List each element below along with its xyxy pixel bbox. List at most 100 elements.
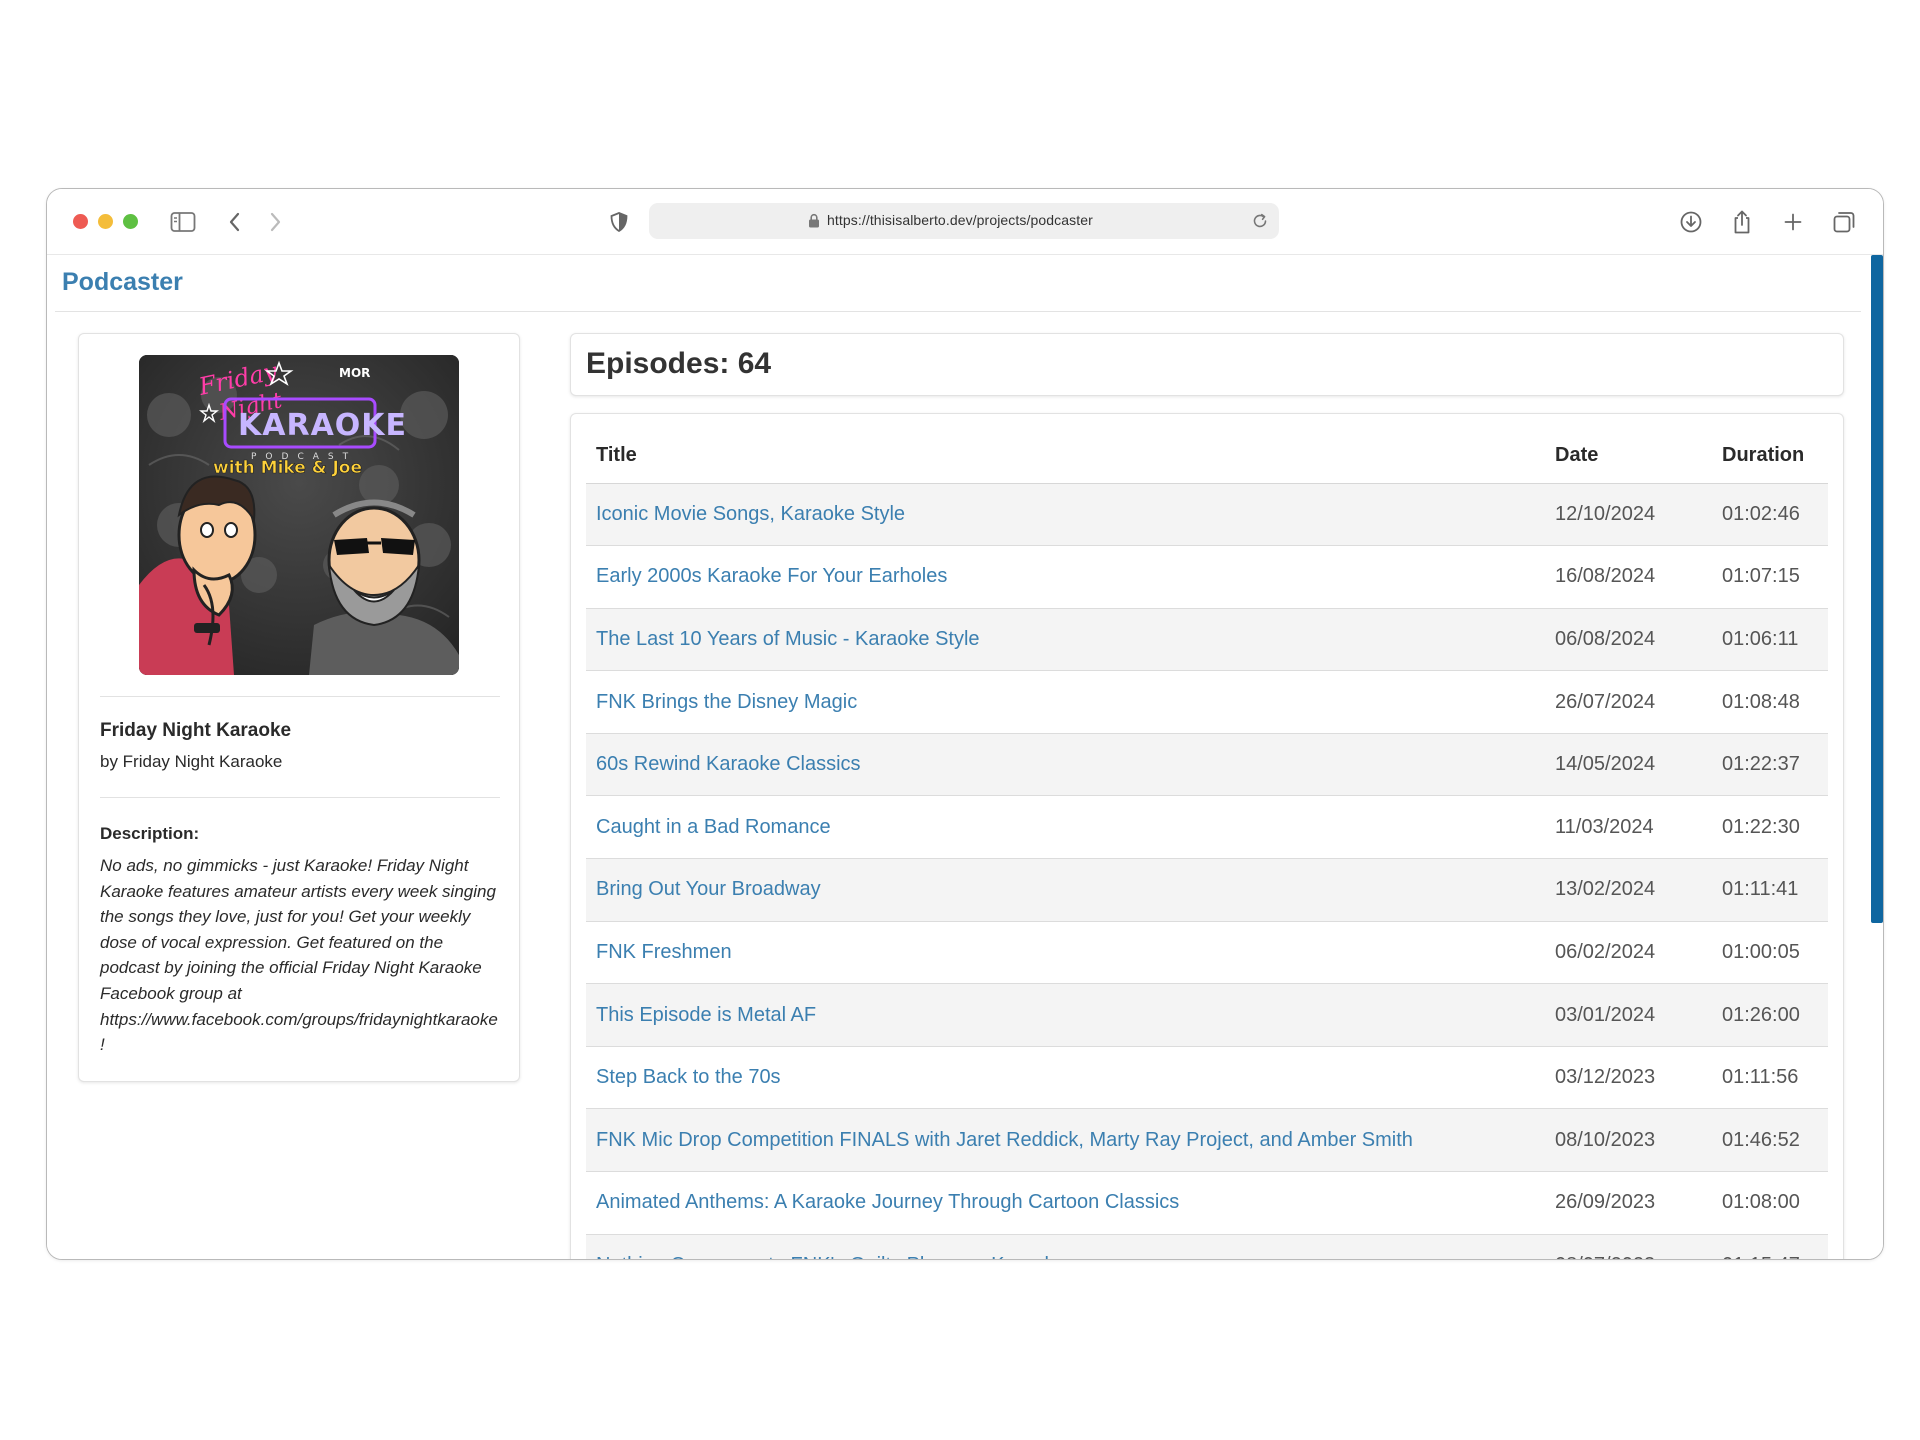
episode-title-cell: Nothing Compares to FNK's Guilty Pleasur… xyxy=(586,1234,1545,1259)
tabs-overview-icon[interactable] xyxy=(1830,208,1858,236)
app-header: Podcaster xyxy=(55,255,1861,312)
table-row: This Episode is Metal AF 03/01/2024 01:26:… xyxy=(586,983,1828,1047)
zoom-window-button[interactable] xyxy=(123,214,138,229)
episode-duration: 01:06:11 xyxy=(1712,608,1828,672)
podcast-author: by Friday Night Karaoke xyxy=(100,752,283,771)
sidebar-icon[interactable] xyxy=(169,208,197,236)
episode-link[interactable]: Iconic Movie Songs, Karaoke Style xyxy=(596,503,905,525)
episode-title-cell: FNK Mic Drop Competition FINALS with Jar… xyxy=(586,1108,1545,1173)
table-row: Bring Out Your Broadway 13/02/2024 01:11:4… xyxy=(586,858,1828,922)
svg-text:with Mike & Joe: with Mike & Joe xyxy=(213,458,362,478)
episode-title-cell: 60s Rewind Karaoke Classics xyxy=(586,733,1545,797)
episode-link[interactable]: Step Back to the 70s xyxy=(596,1066,781,1088)
episode-link[interactable]: Nothing Compares to FNK's Guilty Pleasur… xyxy=(596,1254,1066,1259)
scrollbar-thumb[interactable] xyxy=(1871,255,1883,923)
minimize-window-button[interactable] xyxy=(98,214,113,229)
table-row: Nothing Compares to FNK's Guilty Pleasur… xyxy=(586,1234,1828,1259)
episode-link[interactable]: Early 2000s Karaoke For Your Earholes xyxy=(596,565,947,587)
episode-title-cell: FNK Freshmen xyxy=(586,921,1545,985)
plus-icon[interactable] xyxy=(1779,208,1807,236)
episode-link[interactable]: 60s Rewind Karaoke Classics xyxy=(596,753,861,775)
close-window-button[interactable] xyxy=(73,214,88,229)
episode-date: 13/02/2024 xyxy=(1545,858,1712,922)
table-row: Animated Anthems: A Karaoke Journey Thro… xyxy=(586,1171,1828,1235)
episode-duration: 01:00:05 xyxy=(1712,921,1828,985)
episode-title-cell: Early 2000s Karaoke For Your Earholes xyxy=(586,545,1545,609)
episode-count-card: Episodes: 64 xyxy=(570,333,1844,396)
lock-icon xyxy=(808,213,820,233)
episode-link[interactable]: The Last 10 Years of Music - Karaoke Sty… xyxy=(596,628,980,650)
podcast-info-card: Friday Night KARAOKE MOR PODCAST with Mi… xyxy=(78,333,520,1082)
episode-title-cell: Step Back to the 70s xyxy=(586,1046,1545,1110)
chevron-left-icon[interactable] xyxy=(221,208,249,236)
episode-date: 06/02/2024 xyxy=(1545,921,1712,985)
svg-text:MOR: MOR xyxy=(339,366,370,380)
episode-link[interactable]: This Episode is Metal AF xyxy=(596,1004,816,1026)
episode-duration: 01:22:37 xyxy=(1712,733,1828,797)
episode-title-cell: Animated Anthems: A Karaoke Journey Thro… xyxy=(586,1171,1545,1235)
episode-link[interactable]: Caught in a Bad Romance xyxy=(596,816,831,838)
scrollbar[interactable] xyxy=(1871,255,1883,1259)
episode-duration: 01:07:15 xyxy=(1712,545,1828,609)
episode-count: Episodes: 64 xyxy=(586,347,772,380)
address-text: https://thisisalberto.dev/projects/podca… xyxy=(827,212,1093,228)
table-row: Iconic Movie Songs, Karaoke Style 12/10/2… xyxy=(586,483,1828,547)
episode-date: 26/07/2024 xyxy=(1545,670,1712,734)
column-header-duration: Duration xyxy=(1712,428,1828,484)
address-bar[interactable]: https://thisisalberto.dev/projects/podca… xyxy=(649,203,1279,239)
divider xyxy=(100,696,500,697)
download-icon[interactable] xyxy=(1677,208,1705,236)
episode-link[interactable]: Bring Out Your Broadway xyxy=(596,878,821,900)
episode-title-cell: FNK Brings the Disney Magic xyxy=(586,670,1545,734)
episode-title-cell: The Last 10 Years of Music - Karaoke Sty… xyxy=(586,608,1545,672)
table-header-row: Title Date Duration xyxy=(586,428,1828,484)
episode-duration: 01:08:00 xyxy=(1712,1171,1828,1235)
episode-date: 14/05/2024 xyxy=(1545,733,1712,797)
episode-date: 03/01/2024 xyxy=(1545,983,1712,1047)
podcast-cover-image[interactable]: Friday Night KARAOKE MOR PODCAST with Mi… xyxy=(139,355,459,675)
share-icon[interactable] xyxy=(1728,208,1756,236)
episode-link[interactable]: FNK Brings the Disney Magic xyxy=(596,691,857,713)
episode-title-cell: Bring Out Your Broadway xyxy=(586,858,1545,922)
brand-link[interactable]: Podcaster xyxy=(62,268,183,297)
episode-date: 16/08/2024 xyxy=(1545,545,1712,609)
svg-text:KARAOKE: KARAOKE xyxy=(238,408,407,443)
divider xyxy=(100,797,500,798)
table-row: Step Back to the 70s 03/12/2023 01:11:56 xyxy=(586,1046,1828,1110)
episode-title-cell: This Episode is Metal AF xyxy=(586,983,1545,1047)
column-header-date: Date xyxy=(1545,428,1712,484)
podcast-title: Friday Night Karaoke xyxy=(100,720,292,741)
table-row: The Last 10 Years of Music - Karaoke Sty… xyxy=(586,608,1828,672)
shield-icon[interactable] xyxy=(605,208,633,236)
description-label: Description: xyxy=(100,824,200,843)
reload-icon[interactable] xyxy=(1251,212,1269,235)
episode-duration: 01:15:47 xyxy=(1712,1234,1828,1259)
podcast-description: No ads, no gimmicks - just Karaoke! Frid… xyxy=(100,856,498,1055)
episodes-table-card: Title Date Duration Iconic Movie Songs, … xyxy=(570,413,1844,1259)
episode-date: 08/07/2023 xyxy=(1545,1234,1712,1259)
browser-toolbar: https://thisisalberto.dev/projects/podca… xyxy=(47,189,1883,255)
episode-date: 12/10/2024 xyxy=(1545,483,1712,547)
episode-date: 08/10/2023 xyxy=(1545,1108,1712,1173)
episode-date: 03/12/2023 xyxy=(1545,1046,1712,1110)
episodes-table: Title Date Duration Iconic Movie Songs, … xyxy=(586,428,1828,1259)
episode-link[interactable]: Animated Anthems: A Karaoke Journey Thro… xyxy=(596,1191,1179,1213)
episode-duration: 01:11:41 xyxy=(1712,858,1828,922)
browser-window: https://thisisalberto.dev/projects/podca… xyxy=(46,188,1884,1260)
table-row: Caught in a Bad Romance 11/03/2024 01:22:3… xyxy=(586,795,1828,860)
page-content: Podcaster Friday Night KARAOKE MOR PODCA… xyxy=(47,255,1883,1259)
episode-duration: 01:22:30 xyxy=(1712,795,1828,860)
episode-link[interactable]: FNK Freshmen xyxy=(596,941,732,963)
chevron-right-icon[interactable] xyxy=(261,208,289,236)
table-row: FNK Brings the Disney Magic 26/07/2024 01:… xyxy=(586,670,1828,734)
episode-title-cell: Iconic Movie Songs, Karaoke Style xyxy=(586,483,1545,547)
column-header-title: Title xyxy=(586,428,1545,484)
episode-duration: 01:46:52 xyxy=(1712,1108,1828,1173)
table-row: FNK Mic Drop Competition FINALS with Jar… xyxy=(586,1108,1828,1173)
episode-date: 26/09/2023 xyxy=(1545,1171,1712,1235)
episode-duration: 01:02:46 xyxy=(1712,483,1828,547)
episode-title-cell: Caught in a Bad Romance xyxy=(586,795,1545,860)
episode-link[interactable]: FNK Mic Drop Competition FINALS with Jar… xyxy=(596,1129,1413,1151)
table-row: Early 2000s Karaoke For Your Earholes 16/… xyxy=(586,545,1828,609)
episode-date: 06/08/2024 xyxy=(1545,608,1712,672)
